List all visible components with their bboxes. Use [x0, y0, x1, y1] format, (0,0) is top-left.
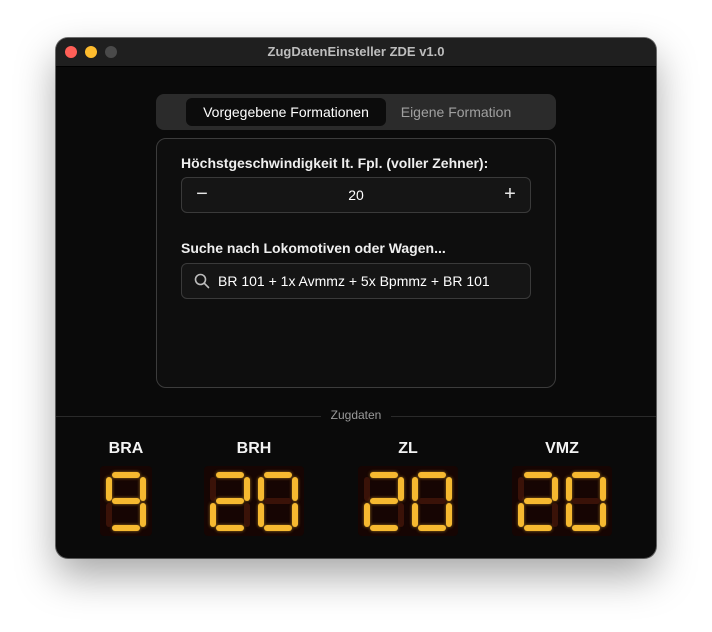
speed-label: Höchstgeschwindigkeit lt. Fpl. (voller Z… [181, 155, 489, 171]
readout-name: BRH [236, 440, 272, 457]
title-bar: ZugDatenEinsteller ZDE v1.0 [56, 38, 656, 67]
segment-a [370, 472, 398, 478]
formation-panel: Höchstgeschwindigkeit lt. Fpl. (voller Z… [156, 138, 556, 388]
search-input[interactable] [218, 264, 518, 298]
segment-f [258, 477, 264, 501]
search-icon [194, 273, 210, 289]
search-label: Suche nach Lokomotiven oder Wagen... [181, 240, 446, 256]
segment-f [210, 477, 216, 501]
seven-segment-display [512, 466, 612, 536]
segment-d [370, 525, 398, 531]
segment-c [446, 503, 452, 527]
segment-d [418, 525, 446, 531]
segment-d [216, 525, 244, 531]
segment-b [292, 477, 298, 501]
readout-name: BRA [108, 440, 144, 457]
segment-d [264, 525, 292, 531]
segment-a [264, 472, 292, 478]
segment-g [418, 498, 446, 504]
segment-f [364, 477, 370, 501]
segment-a [112, 472, 140, 478]
segment-d [524, 525, 552, 531]
segment-b [244, 477, 250, 501]
segment-d [112, 525, 140, 531]
segment-a [572, 472, 600, 478]
window-title: ZugDatenEinsteller ZDE v1.0 [267, 44, 445, 59]
segment-g [572, 498, 600, 504]
segment-b [398, 477, 404, 501]
segment-g [524, 498, 552, 504]
section-label-zugdaten: Zugdaten [321, 408, 391, 422]
segment-g [370, 498, 398, 504]
speed-stepper: − 20 + [181, 177, 531, 213]
readout-name: ZL [398, 440, 418, 457]
segment-b [552, 477, 558, 501]
increment-button[interactable]: + [492, 178, 528, 212]
tab-vorgegebene-formationen[interactable]: Vorgegebene Formationen [186, 98, 386, 126]
search-field [181, 263, 531, 299]
segment-c [140, 503, 146, 527]
digit-0 [411, 470, 453, 532]
digit-2 [209, 470, 251, 532]
formation-tabs: Vorgegebene Formationen Eigene Formation [156, 94, 556, 130]
segment-a [216, 472, 244, 478]
segment-b [446, 477, 452, 501]
segment-f [518, 477, 524, 501]
digit-2 [363, 470, 405, 532]
digit-2 [517, 470, 559, 532]
seven-segment-display [358, 466, 458, 536]
segment-f [566, 477, 572, 501]
readout-name: VMZ [545, 440, 579, 457]
seven-segment-display [100, 466, 152, 536]
tab-eigene-formation[interactable]: Eigene Formation [386, 98, 526, 126]
segment-e [106, 503, 112, 527]
segment-c [600, 503, 606, 527]
segment-f [106, 477, 112, 501]
app-window: ZugDatenEinsteller ZDE v1.0 Vorgegebene … [56, 38, 656, 558]
segment-e [258, 503, 264, 527]
digit-9 [105, 470, 147, 532]
seven-segment-display [204, 466, 304, 536]
segment-e [518, 503, 524, 527]
speed-value[interactable]: 20 [218, 178, 494, 212]
segment-c [244, 503, 250, 527]
segment-e [412, 503, 418, 527]
segment-e [566, 503, 572, 527]
segment-c [552, 503, 558, 527]
segment-e [364, 503, 370, 527]
digit-0 [257, 470, 299, 532]
decrement-button[interactable]: − [184, 178, 220, 212]
segment-a [418, 472, 446, 478]
segment-g [264, 498, 292, 504]
segment-e [210, 503, 216, 527]
segment-c [398, 503, 404, 527]
segment-b [140, 477, 146, 501]
segment-f [412, 477, 418, 501]
segment-c [292, 503, 298, 527]
segment-d [572, 525, 600, 531]
segment-a [524, 472, 552, 478]
digit-0 [565, 470, 607, 532]
segment-g [216, 498, 244, 504]
segment-g [112, 498, 140, 504]
segment-b [600, 477, 606, 501]
